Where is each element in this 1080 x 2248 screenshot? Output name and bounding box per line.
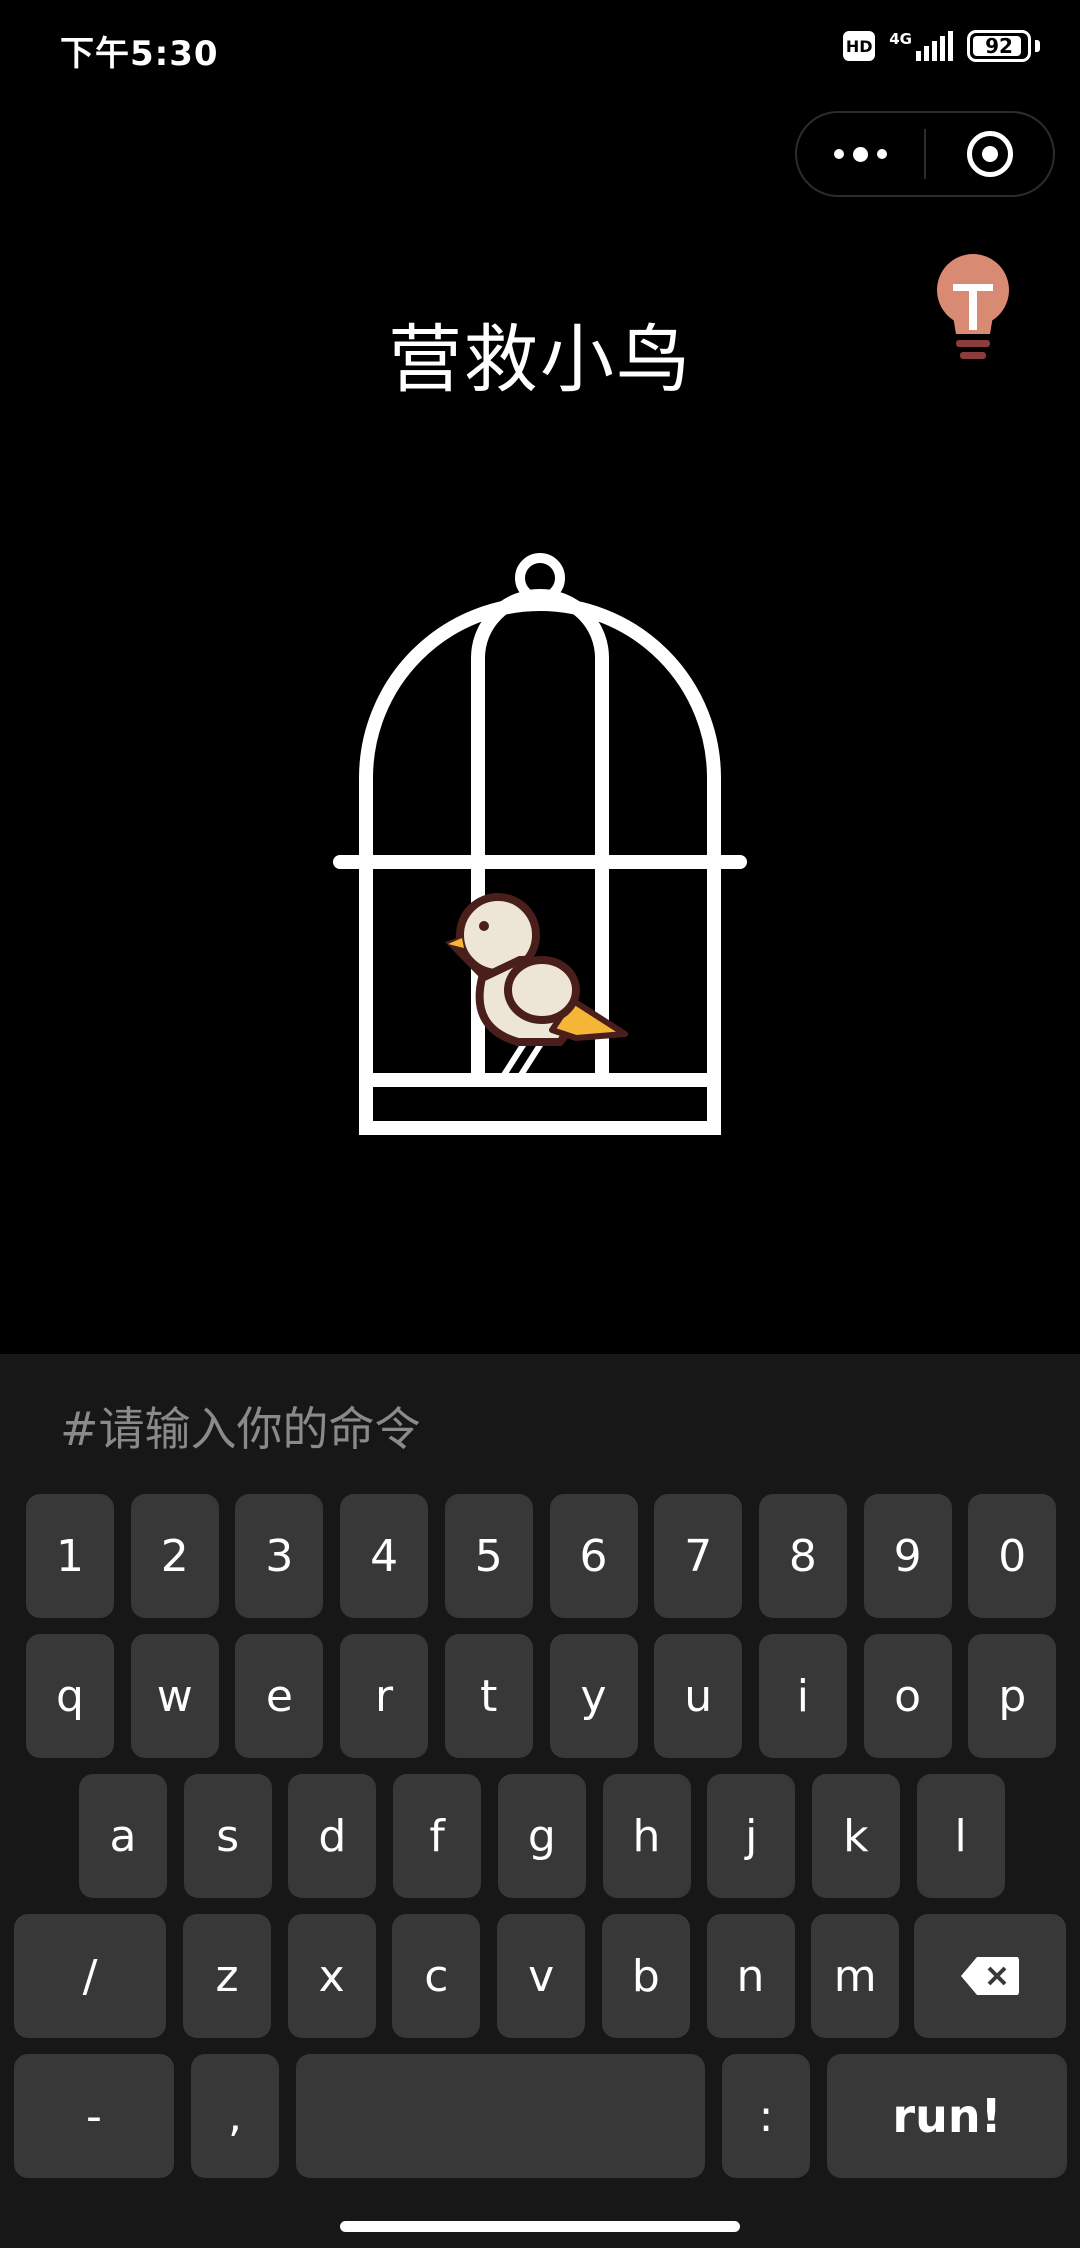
backspace-icon [961, 1957, 1019, 1995]
status-icons: HD 4G 92 [843, 26, 1040, 66]
birdcage-icon [333, 553, 747, 1135]
key-4[interactable]: 4 [340, 1494, 429, 1618]
key-z[interactable]: z [183, 1914, 271, 2038]
network-type: 4G [889, 30, 912, 48]
key-colon[interactable]: : [722, 2054, 810, 2178]
battery-icon: 92 [967, 30, 1031, 62]
key-b[interactable]: b [601, 1914, 690, 2038]
key-dash[interactable]: - [14, 2054, 174, 2178]
more-button[interactable] [797, 113, 924, 195]
key-8[interactable]: 8 [758, 1494, 847, 1618]
target-circle-icon [966, 131, 1013, 177]
space-key[interactable] [296, 2054, 705, 2178]
close-button[interactable] [926, 113, 1053, 195]
key-7[interactable]: 7 [654, 1494, 743, 1618]
key-w[interactable]: w [130, 1634, 219, 1758]
key-2[interactable]: 2 [130, 1494, 219, 1618]
command-keyboard: 1234567890 qwertyuiop asdfghjkl /zxcvbnm -,:… [0, 1354, 1080, 2248]
key-slash[interactable]: / [14, 1914, 166, 2038]
key-c[interactable]: c [392, 1914, 481, 2038]
key-l[interactable]: l [916, 1774, 1005, 1898]
home-indicator[interactable] [340, 2221, 740, 2232]
key-6[interactable]: 6 [549, 1494, 638, 1618]
key-q[interactable]: q [26, 1634, 114, 1758]
key-0[interactable]: 0 [968, 1494, 1057, 1618]
key-r[interactable]: r [340, 1634, 429, 1758]
battery-level: 92 [985, 34, 1013, 58]
key-m[interactable]: m [811, 1914, 900, 2038]
hd-badge: HD [843, 31, 876, 61]
key-n[interactable]: n [706, 1914, 795, 2038]
key-j[interactable]: j [707, 1774, 796, 1898]
key-u[interactable]: u [654, 1634, 743, 1758]
key-a[interactable]: a [79, 1774, 167, 1898]
more-dots-icon [834, 146, 887, 162]
key-1[interactable]: 1 [26, 1494, 114, 1618]
key-y[interactable]: y [549, 1634, 638, 1758]
key-comma[interactable]: , [191, 2054, 279, 2178]
key-h[interactable]: h [602, 1774, 691, 1898]
key-9[interactable]: 9 [863, 1494, 952, 1618]
key-3[interactable]: 3 [235, 1494, 324, 1618]
key-5[interactable]: 5 [444, 1494, 533, 1618]
key-e[interactable]: e [235, 1634, 324, 1758]
command-input[interactable] [60, 1394, 1020, 1464]
page-title: 营救小鸟 [388, 317, 692, 403]
key-t[interactable]: t [444, 1634, 533, 1758]
key-o[interactable]: o [863, 1634, 952, 1758]
capsule-menu [795, 111, 1055, 197]
backspace-key[interactable] [914, 1914, 1066, 2038]
key-v[interactable]: v [497, 1914, 586, 2038]
key-d[interactable]: d [288, 1774, 377, 1898]
key-p[interactable]: p [968, 1634, 1057, 1758]
key-i[interactable]: i [758, 1634, 847, 1758]
status-bar: 下午5:30 HD 4G 92 [0, 0, 1080, 96]
key-s[interactable]: s [183, 1774, 272, 1898]
key-f[interactable]: f [393, 1774, 482, 1898]
key-g[interactable]: g [497, 1774, 586, 1898]
status-time: 下午5:30 [60, 34, 219, 74]
signal-icon: 4G [889, 31, 953, 61]
signal-bars-icon [916, 31, 953, 61]
key-x[interactable]: x [287, 1914, 376, 2038]
key-k[interactable]: k [811, 1774, 900, 1898]
battery-tip [1035, 40, 1040, 52]
run-button[interactable]: run! [827, 2054, 1067, 2178]
